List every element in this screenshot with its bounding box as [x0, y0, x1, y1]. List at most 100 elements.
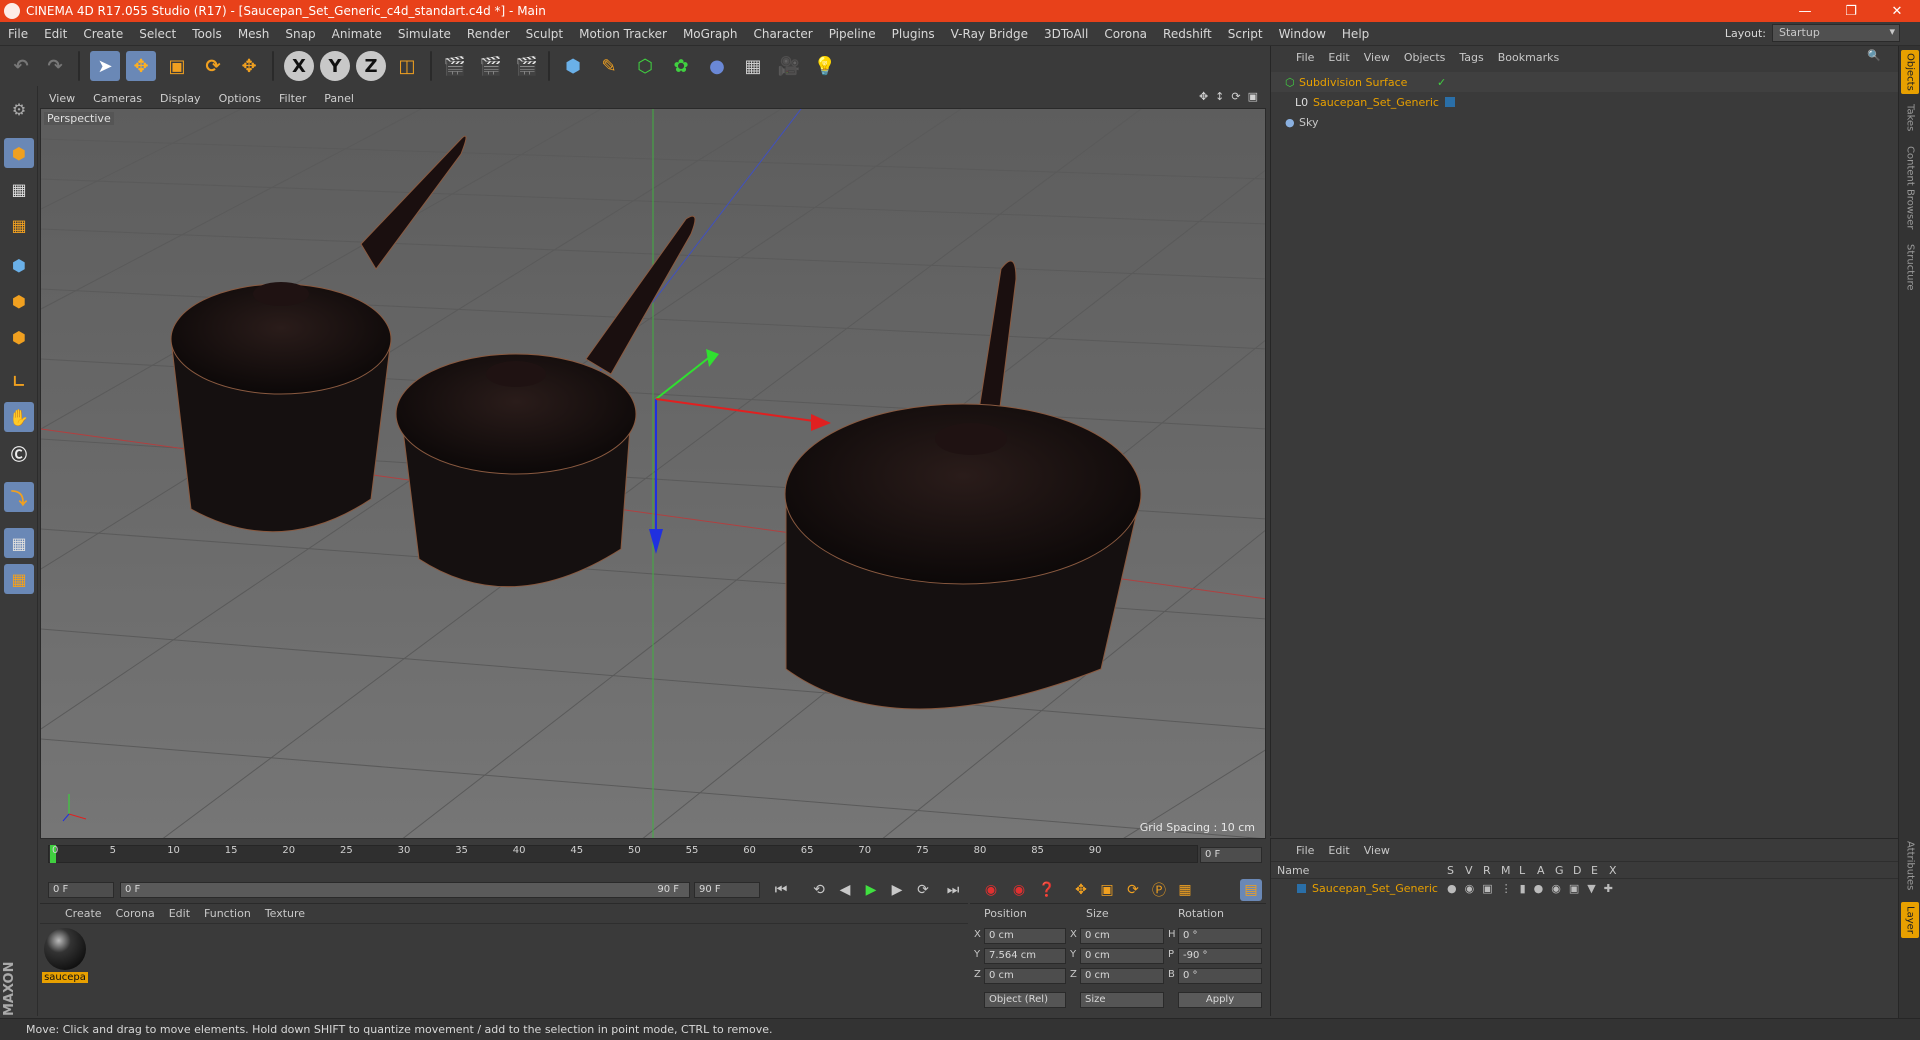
object-menu-file[interactable]: File — [1289, 51, 1321, 64]
scale-key-icon[interactable]: ▣ — [1096, 879, 1118, 901]
menu-tools[interactable]: Tools — [184, 27, 230, 41]
layer-row[interactable]: Saucepan_Set_Generic ●◉▣⋮▮●◉▣▼✚ — [1271, 879, 1898, 897]
light-icon[interactable]: 💡 — [810, 51, 840, 81]
menu-motion-tracker[interactable]: Motion Tracker — [571, 27, 675, 41]
menu-help[interactable]: Help — [1334, 27, 1377, 41]
timeline[interactable]: 0 5 10 15 20 25 30 35 40 45 50 55 60 65 70 75 80 85 90 0 F — [40, 841, 1266, 875]
tab-layer[interactable]: Layer — [1901, 902, 1919, 938]
material-menu-corona[interactable]: Corona — [109, 907, 162, 920]
object-row-saucepan[interactable]: L0 Saucepan_Set_Generic — [1271, 92, 1899, 112]
menu-vray-bridge[interactable]: V-Ray Bridge — [943, 27, 1036, 41]
object-search-icon[interactable]: 🔍 — [1860, 49, 1888, 62]
material-menu-edit[interactable]: Edit — [162, 907, 197, 920]
cloner-icon[interactable]: ✿ — [666, 51, 696, 81]
next-key-icon[interactable]: ⟳ — [912, 879, 934, 901]
snap-icon[interactable]: Ⓒ — [4, 438, 34, 468]
go-to-start-icon[interactable]: ⏮ — [770, 879, 792, 901]
layer-flags-icon[interactable]: ●◉▣⋮▮●◉▣▼✚ — [1447, 882, 1621, 895]
viewport-maximize-icon[interactable]: ▣ — [1246, 90, 1260, 103]
point-level-key-icon[interactable]: ▦ — [1174, 879, 1196, 901]
menu-animate[interactable]: Animate — [324, 27, 390, 41]
menu-plugins[interactable]: Plugins — [884, 27, 943, 41]
edges-mode-icon[interactable]: ⬢ — [4, 286, 34, 316]
viewport-move-icon[interactable]: ✥ — [1197, 90, 1210, 103]
menu-simulate[interactable]: Simulate — [390, 27, 459, 41]
locked-workplane-icon[interactable]: ▦ — [4, 528, 34, 558]
maximize-button[interactable]: ❐ — [1828, 0, 1874, 22]
layer-menu-edit[interactable]: Edit — [1321, 844, 1356, 857]
z-axis-lock-button[interactable]: Z — [356, 51, 386, 81]
rotation-p-field[interactable]: -90 ° — [1178, 948, 1262, 964]
viewport-menu-view[interactable]: View — [40, 92, 84, 105]
floor-icon[interactable]: ▦ — [738, 51, 768, 81]
3d-viewport[interactable]: Perspective Grid Spacing : 10 cm — [40, 108, 1266, 839]
record-icon[interactable]: ◉ — [980, 879, 1002, 901]
object-menu-objects[interactable]: Objects — [1397, 51, 1453, 64]
keyframe-selection-icon[interactable]: ❓ — [1036, 879, 1058, 901]
redo-icon[interactable]: ↷ — [40, 51, 70, 81]
object-menu-bookmarks[interactable]: Bookmarks — [1491, 51, 1566, 64]
position-key-icon[interactable]: ✥ — [1070, 879, 1092, 901]
layer-menu-file[interactable]: File — [1289, 844, 1321, 857]
camera-icon[interactable]: 🎥 — [774, 51, 804, 81]
rotation-h-field[interactable]: 0 ° — [1178, 928, 1262, 944]
axis-mode-icon[interactable]: ∟ — [4, 366, 34, 396]
make-editable-icon[interactable]: ⚙ — [4, 94, 34, 124]
object-row-sky[interactable]: ● Sky — [1271, 112, 1899, 132]
material-menu-function[interactable]: Function — [197, 907, 258, 920]
menu-script[interactable]: Script — [1220, 27, 1271, 41]
render-view-icon[interactable]: 🎬 — [440, 51, 470, 81]
render-settings-icon[interactable]: 🎬 — [512, 51, 542, 81]
menu-window[interactable]: Window — [1271, 27, 1334, 41]
scale-tool-icon[interactable]: ▣ — [162, 51, 192, 81]
rotation-key-icon[interactable]: ⟳ — [1122, 879, 1144, 901]
texture-mode-icon[interactable]: ▦ — [4, 174, 34, 204]
go-to-end-icon[interactable]: ⏭ — [942, 879, 964, 901]
viewport-menu-panel[interactable]: Panel — [315, 92, 363, 105]
visibility-check-icon[interactable]: ✓ — [1437, 76, 1446, 89]
frame-range-slider[interactable]: 0 F 90 F — [120, 882, 690, 898]
menu-mesh[interactable]: Mesh — [230, 27, 278, 41]
minimize-button[interactable]: — — [1782, 0, 1828, 22]
tab-takes[interactable]: Takes — [1901, 100, 1919, 136]
layer-color-swatch[interactable] — [1445, 97, 1455, 107]
menu-redshift[interactable]: Redshift — [1155, 27, 1220, 41]
menu-sculpt[interactable]: Sculpt — [518, 27, 571, 41]
position-z-field[interactable]: 0 cm — [984, 968, 1066, 984]
workplane-icon[interactable]: ▦ — [4, 210, 34, 240]
viewport-menu-display[interactable]: Display — [151, 92, 210, 105]
layout-dropdown[interactable]: Startup — [1772, 24, 1900, 42]
position-x-field[interactable]: 0 cm — [984, 928, 1066, 944]
magnet-icon[interactable]: ⤵ — [4, 482, 34, 512]
y-axis-lock-button[interactable]: Y — [320, 51, 350, 81]
play-icon[interactable]: ▶ — [860, 879, 882, 901]
object-menu-view[interactable]: View — [1357, 51, 1397, 64]
size-mode-dropdown[interactable]: Size — [1080, 992, 1164, 1008]
menu-render[interactable]: Render — [459, 27, 518, 41]
rotate-tool-icon[interactable]: ⟳ — [198, 51, 228, 81]
menu-create[interactable]: Create — [75, 27, 131, 41]
size-y-field[interactable]: 0 cm — [1080, 948, 1164, 964]
viewport-camera-label[interactable]: Perspective — [44, 112, 114, 125]
planar-workplane-icon[interactable]: ▦ — [4, 564, 34, 594]
subdivision-surface-icon[interactable]: ⬡ — [630, 51, 660, 81]
tab-attributes[interactable]: Attributes — [1901, 836, 1919, 896]
x-axis-lock-button[interactable]: X — [284, 51, 314, 81]
viewport-menu-cameras[interactable]: Cameras — [84, 92, 151, 105]
points-mode-icon[interactable]: ⬢ — [4, 250, 34, 280]
material-menu-create[interactable]: Create — [58, 907, 109, 920]
menu-file[interactable]: File — [0, 27, 36, 41]
viewport-menu-filter[interactable]: Filter — [270, 92, 315, 105]
timeline-window-icon[interactable]: ▤ — [1240, 879, 1262, 901]
coordinate-mode-dropdown[interactable]: Object (Rel) — [984, 992, 1066, 1008]
render-picture-viewer-icon[interactable]: 🎬 — [476, 51, 506, 81]
close-button[interactable]: ✕ — [1874, 0, 1920, 22]
viewport-menu-options[interactable]: Options — [210, 92, 270, 105]
object-row-subdivision[interactable]: ⬡ Subdivision Surface ✓ — [1271, 72, 1899, 92]
pen-spline-icon[interactable]: ✎ — [594, 51, 624, 81]
tweak-mode-icon[interactable]: ✋ — [4, 402, 34, 432]
parameter-key-icon[interactable]: Ⓟ — [1148, 879, 1170, 901]
menu-character[interactable]: Character — [745, 27, 820, 41]
layer-color-icon[interactable] — [1297, 883, 1306, 893]
menu-mograph[interactable]: MoGraph — [675, 27, 746, 41]
